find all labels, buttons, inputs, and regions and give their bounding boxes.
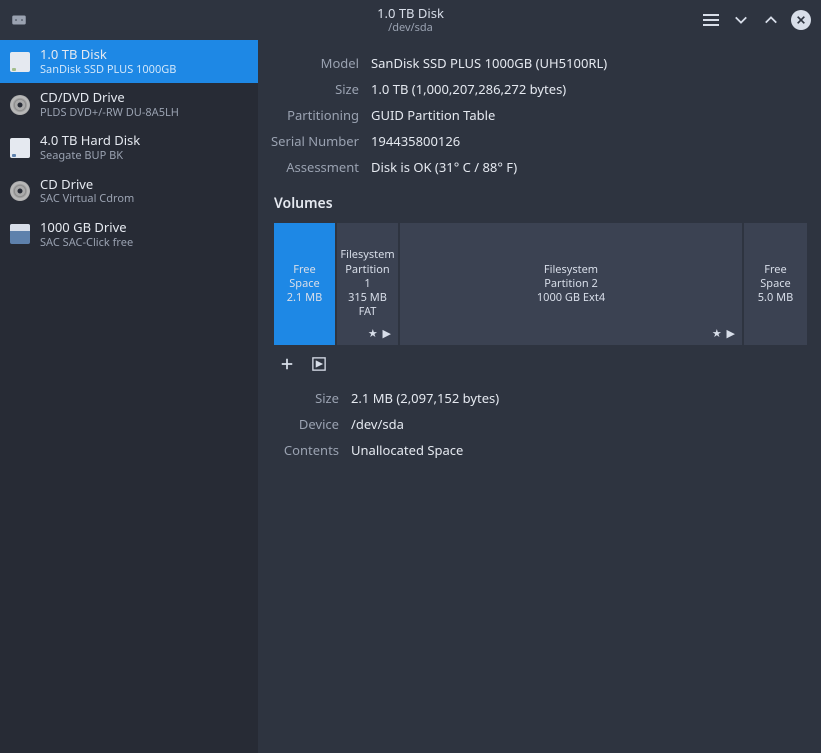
sidebar-item-title: 1000 GB Drive bbox=[40, 219, 133, 236]
size-label: Size bbox=[264, 80, 359, 98]
volume-map: Free Space2.1 MBFilesystemPartition 1315… bbox=[274, 223, 807, 345]
volume-segment-title: Free Space bbox=[278, 263, 331, 292]
add-partition-icon[interactable] bbox=[278, 355, 296, 373]
sidebar-item-title: CD Drive bbox=[40, 176, 134, 193]
volume-segment[interactable]: Free Space5.0 MB bbox=[744, 223, 807, 345]
size-value: 1.0 TB (1,000,207,286,272 bytes) bbox=[371, 80, 807, 98]
volume-segment-title: Free Space bbox=[748, 263, 803, 292]
maximize-icon[interactable] bbox=[761, 10, 781, 30]
volume-detail: Size 2.1 MB (2,097,152 bytes) Device /de… bbox=[264, 389, 807, 459]
volume-segment-markers-icon: ★ ▶ bbox=[712, 327, 736, 341]
sidebar-item[interactable]: 1000 GB DriveSAC SAC-Click free bbox=[0, 213, 258, 256]
sidebar-item[interactable]: 4.0 TB Hard DiskSeagate BUP BK bbox=[0, 126, 258, 169]
volume-segment-subtitle2: 315 MB FAT bbox=[341, 291, 394, 320]
volume-segment-subtitle: 5.0 MB bbox=[758, 291, 794, 305]
volume-segment[interactable]: FilesystemPartition 21000 GB Ext4 ★ ▶ bbox=[400, 223, 742, 345]
volume-segment[interactable]: Free Space2.1 MB bbox=[274, 223, 335, 345]
body: 1.0 TB DiskSanDisk SSD PLUS 1000GB CD/DVD… bbox=[0, 40, 821, 753]
sidebar-item-title: 1.0 TB Disk bbox=[40, 46, 176, 63]
sidebar: 1.0 TB DiskSanDisk SSD PLUS 1000GB CD/DVD… bbox=[0, 40, 258, 753]
vol-device-label: Device bbox=[264, 415, 339, 433]
assessment-value: Disk is OK (31° C / 88° F) bbox=[371, 158, 807, 176]
minimize-icon[interactable] bbox=[731, 10, 751, 30]
window-title: 1.0 TB Disk bbox=[377, 6, 444, 22]
vol-contents-label: Contents bbox=[264, 441, 339, 459]
titlebar: 1.0 TB Disk /dev/sda bbox=[0, 0, 821, 40]
assessment-label: Assessment bbox=[264, 158, 359, 176]
volume-segment-markers-icon: ★ ▶ bbox=[368, 327, 392, 341]
sidebar-item-labels: CD DriveSAC Virtual Cdrom bbox=[40, 176, 134, 207]
cd-icon bbox=[10, 181, 30, 201]
sidebar-item-subtitle: SanDisk SSD PLUS 1000GB bbox=[40, 63, 176, 77]
volume-segment-subtitle: 2.1 MB bbox=[287, 291, 323, 305]
menu-icon[interactable] bbox=[701, 10, 721, 30]
content: Model SanDisk SSD PLUS 1000GB (UH5100RL)… bbox=[258, 40, 821, 753]
vol-size-label: Size bbox=[264, 389, 339, 407]
sidebar-item-labels: CD/DVD DrivePLDS DVD+/-RW DU-8A5LH bbox=[40, 89, 179, 120]
usb-icon bbox=[10, 224, 30, 244]
volume-segment-subtitle2: 1000 GB Ext4 bbox=[537, 291, 605, 305]
volumes-heading: Volumes bbox=[274, 194, 807, 213]
window-subtitle: /dev/sda bbox=[377, 21, 444, 34]
volume-segment[interactable]: FilesystemPartition 1315 MB FAT ★ ▶ bbox=[337, 223, 398, 345]
sidebar-item-subtitle: SAC Virtual Cdrom bbox=[40, 192, 134, 206]
sidebar-item-labels: 1000 GB DriveSAC SAC-Click free bbox=[40, 219, 133, 250]
window-title-block: 1.0 TB Disk /dev/sda bbox=[377, 6, 444, 35]
vol-size-value: 2.1 MB (2,097,152 bytes) bbox=[351, 389, 807, 407]
titlebar-actions bbox=[701, 10, 811, 30]
close-icon[interactable] bbox=[791, 10, 811, 30]
sidebar-item-title: 4.0 TB Hard Disk bbox=[40, 132, 140, 149]
volume-segment-title: Filesystem bbox=[340, 248, 394, 262]
serial-value: 194435800126 bbox=[371, 132, 807, 150]
ssd-icon bbox=[10, 52, 30, 72]
app-icon bbox=[10, 11, 28, 29]
sidebar-item-labels: 4.0 TB Hard DiskSeagate BUP BK bbox=[40, 132, 140, 163]
hdd-icon bbox=[10, 138, 30, 158]
volume-toolbar bbox=[264, 345, 807, 389]
sidebar-item-subtitle: PLDS DVD+/-RW DU-8A5LH bbox=[40, 106, 179, 120]
partitioning-value: GUID Partition Table bbox=[371, 106, 807, 124]
cd-icon bbox=[10, 95, 30, 115]
sidebar-item[interactable]: 1.0 TB DiskSanDisk SSD PLUS 1000GB bbox=[0, 40, 258, 83]
sidebar-item[interactable]: CD DriveSAC Virtual Cdrom bbox=[0, 170, 258, 213]
sidebar-item-subtitle: SAC SAC-Click free bbox=[40, 236, 133, 250]
model-value: SanDisk SSD PLUS 1000GB (UH5100RL) bbox=[371, 54, 807, 72]
partitioning-label: Partitioning bbox=[264, 106, 359, 124]
volume-segment-subtitle: Partition 1 bbox=[341, 263, 394, 292]
mount-icon[interactable] bbox=[310, 355, 328, 373]
vol-contents-value: Unallocated Space bbox=[351, 441, 807, 459]
volume-segment-subtitle: Partition 2 bbox=[544, 277, 598, 291]
sidebar-item[interactable]: CD/DVD DrivePLDS DVD+/-RW DU-8A5LH bbox=[0, 83, 258, 126]
model-label: Model bbox=[264, 54, 359, 72]
disks-window: 1.0 TB Disk /dev/sda 1.0 TB DiskSanDisk … bbox=[0, 0, 821, 753]
serial-label: Serial Number bbox=[264, 132, 359, 150]
sidebar-item-labels: 1.0 TB DiskSanDisk SSD PLUS 1000GB bbox=[40, 46, 176, 77]
disk-info: Model SanDisk SSD PLUS 1000GB (UH5100RL)… bbox=[264, 54, 807, 176]
sidebar-item-subtitle: Seagate BUP BK bbox=[40, 149, 140, 163]
sidebar-item-title: CD/DVD Drive bbox=[40, 89, 179, 106]
vol-device-value: /dev/sda bbox=[351, 415, 807, 433]
volume-segment-title: Filesystem bbox=[544, 263, 598, 277]
